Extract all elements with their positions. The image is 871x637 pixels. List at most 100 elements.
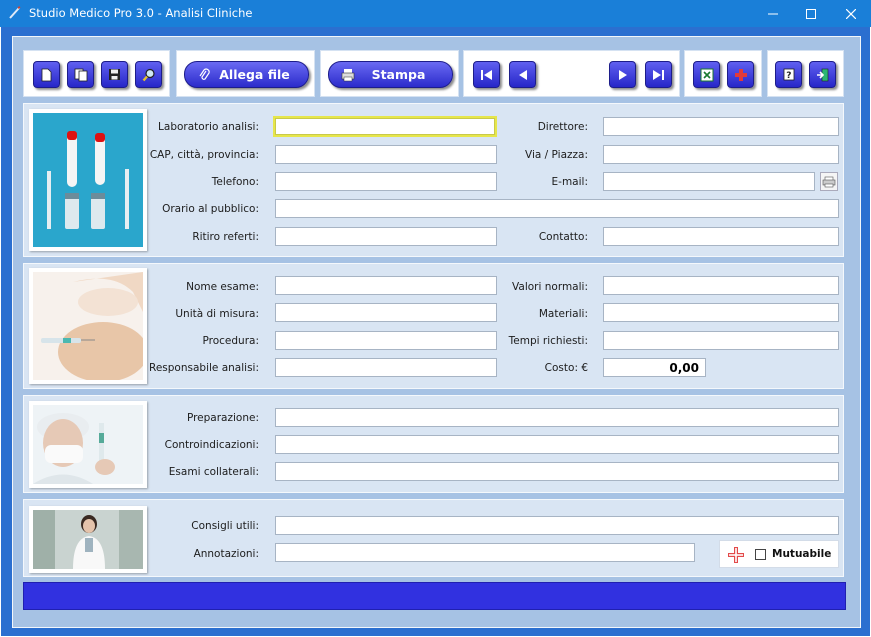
orario-label: Orario al pubblico: — [162, 203, 259, 215]
nurse-image — [33, 405, 143, 484]
new-document-icon — [41, 68, 52, 81]
mail-printer-icon — [822, 176, 836, 187]
export-excel-button[interactable] — [693, 61, 720, 88]
procedura-input[interactable] — [275, 331, 497, 350]
close-icon — [846, 8, 856, 19]
window-frame: Allega file Stampa ? Laboratorio analisi… — [1, 27, 870, 636]
maximize-icon — [806, 8, 816, 19]
vials-image — [33, 113, 143, 247]
mutuabile-checkbox[interactable] — [755, 549, 766, 560]
ritiro-input[interactable] — [275, 227, 497, 246]
cap-label: CAP, città, provincia: — [149, 149, 259, 161]
previous-record-icon — [518, 69, 527, 80]
red-cross-icon — [734, 68, 747, 81]
controindicazioni-input[interactable] — [275, 435, 839, 454]
valori-label: Valori normali: — [512, 281, 588, 293]
telefono-input[interactable] — [275, 172, 497, 191]
notes-section: Consigli utili: Annotazioni: Mutuabile — [23, 499, 844, 577]
title-bar: Studio Medico Pro 3.0 - Analisi Cliniche — [0, 0, 871, 27]
first-record-button[interactable] — [473, 61, 500, 88]
controindicazioni-label: Controindicazioni: — [164, 439, 259, 451]
direttore-label: Direttore: — [537, 121, 588, 133]
navigation-toolbar — [463, 50, 680, 97]
lab-photo — [29, 109, 147, 251]
telefono-label: Telefono: — [211, 176, 259, 188]
email-input[interactable] — [603, 172, 815, 191]
nurse-photo — [29, 401, 147, 488]
minimize-button[interactable] — [756, 0, 790, 27]
vials-illustration — [33, 113, 143, 247]
mutuabile-box: Mutuabile — [719, 540, 839, 568]
injection-illustration — [33, 272, 143, 380]
annotazioni-label: Annotazioni: — [193, 548, 259, 560]
help-icon: ? — [783, 68, 794, 81]
exit-door-icon — [816, 68, 828, 81]
laboratorio-label: Laboratorio analisi: — [158, 121, 259, 133]
responsabile-input[interactable] — [275, 358, 497, 377]
print-label: Stampa — [371, 67, 426, 82]
maximize-button[interactable] — [794, 0, 828, 27]
first-record-icon — [481, 69, 492, 80]
exit-button[interactable] — [809, 61, 836, 88]
new-button[interactable] — [33, 61, 60, 88]
duplicate-button[interactable] — [67, 61, 94, 88]
injection-image — [33, 272, 143, 380]
responsabile-label: Responsabile analisi: — [149, 362, 259, 374]
doctor-illustration — [33, 510, 143, 569]
annotazioni-input[interactable] — [275, 543, 695, 562]
unita-label: Unità di misura: — [175, 308, 259, 320]
direttore-input[interactable] — [603, 117, 839, 136]
laboratorio-input[interactable] — [273, 116, 497, 137]
floppy-disk-icon — [109, 69, 120, 80]
tempi-label: Tempi richiesti: — [508, 335, 588, 347]
window-title: Studio Medico Pro 3.0 - Analisi Cliniche — [29, 6, 253, 20]
attach-toolbar: Allega file — [176, 50, 315, 97]
excel-icon — [700, 68, 713, 81]
help-button[interactable]: ? — [775, 61, 802, 88]
materiali-label: Materiali: — [538, 308, 588, 320]
search-button[interactable] — [135, 61, 162, 88]
email-label: E-mail: — [551, 176, 588, 188]
orario-input[interactable] — [275, 199, 839, 218]
copy-icon — [74, 68, 87, 81]
app-pen-icon — [9, 6, 21, 19]
laboratory-section: Laboratorio analisi: CAP, città, provinc… — [23, 103, 844, 257]
collaterali-input[interactable] — [275, 462, 839, 481]
exam-section: Nome esame: Unità di misura: Procedura: … — [23, 263, 844, 389]
materiali-input[interactable] — [603, 303, 839, 322]
print-toolbar: Stampa — [320, 50, 459, 97]
last-record-button[interactable] — [645, 61, 672, 88]
preparazione-label: Preparazione: — [186, 412, 259, 424]
delete-record-button[interactable] — [727, 61, 754, 88]
tempi-input[interactable] — [603, 331, 839, 350]
previous-record-button[interactable] — [509, 61, 536, 88]
consigli-input[interactable] — [275, 516, 839, 535]
nome-esame-input[interactable] — [275, 276, 497, 295]
save-button[interactable] — [101, 61, 128, 88]
valori-input[interactable] — [603, 276, 839, 295]
exam-photo — [29, 268, 147, 384]
next-record-icon — [618, 69, 627, 80]
print-button[interactable]: Stampa — [328, 61, 453, 88]
contatto-label: Contatto: — [538, 231, 588, 243]
procedura-label: Procedura: — [202, 335, 260, 347]
mutuabile-label: Mutuabile — [772, 548, 832, 560]
next-record-button[interactable] — [609, 61, 636, 88]
via-input[interactable] — [603, 145, 839, 164]
preparazione-input[interactable] — [275, 408, 839, 427]
ritiro-label: Ritiro referti: — [192, 231, 259, 243]
cap-input[interactable] — [275, 145, 497, 164]
costo-input[interactable]: 0,00 — [603, 358, 706, 377]
send-email-button[interactable] — [820, 172, 838, 191]
collaterali-label: Esami collaterali: — [168, 466, 259, 478]
last-record-icon — [653, 69, 664, 80]
svg-text:?: ? — [786, 71, 791, 81]
costo-label: Costo: € — [544, 362, 588, 374]
attach-file-button[interactable]: Allega file — [184, 61, 309, 88]
contatto-input[interactable] — [603, 227, 839, 246]
close-button[interactable] — [834, 0, 868, 27]
help-toolbar: ? — [767, 50, 844, 97]
file-toolbar — [23, 50, 170, 97]
unita-input[interactable] — [275, 303, 497, 322]
nurse-illustration — [33, 405, 143, 484]
